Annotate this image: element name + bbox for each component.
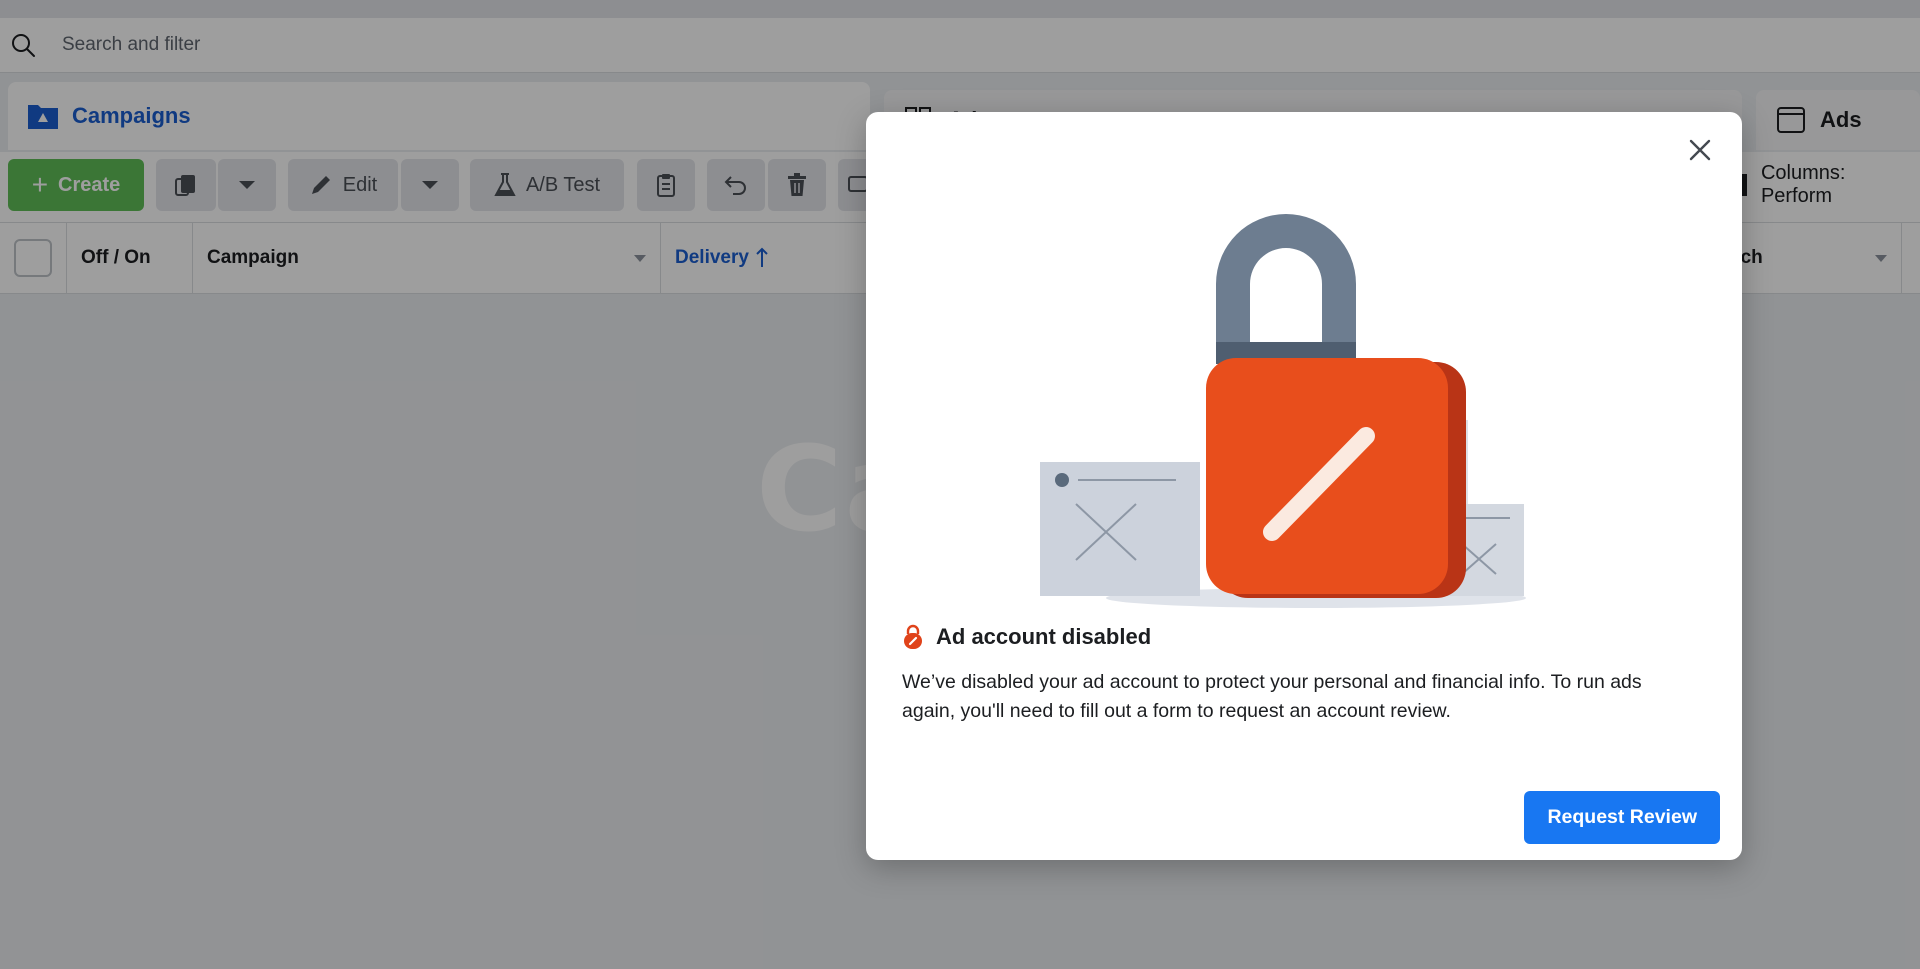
ad-account-disabled-dialog: Ad account disabled We’ve disabled your …: [866, 112, 1742, 860]
padlock-illustration: [1040, 214, 1526, 608]
ads-manager-page: Search and filter Campaigns Ad sets Ads: [0, 0, 1920, 969]
lock-warning-icon: [904, 624, 922, 649]
close-button[interactable]: [1680, 130, 1720, 170]
request-review-button[interactable]: Request Review: [1524, 791, 1720, 844]
dialog-body-text: We’ve disabled your ad account to protec…: [902, 671, 1642, 722]
dialog-title: Ad account disabled: [936, 624, 1152, 649]
dialog-heading: Ad account disabled: [902, 624, 1151, 650]
close-icon: [1689, 139, 1711, 161]
